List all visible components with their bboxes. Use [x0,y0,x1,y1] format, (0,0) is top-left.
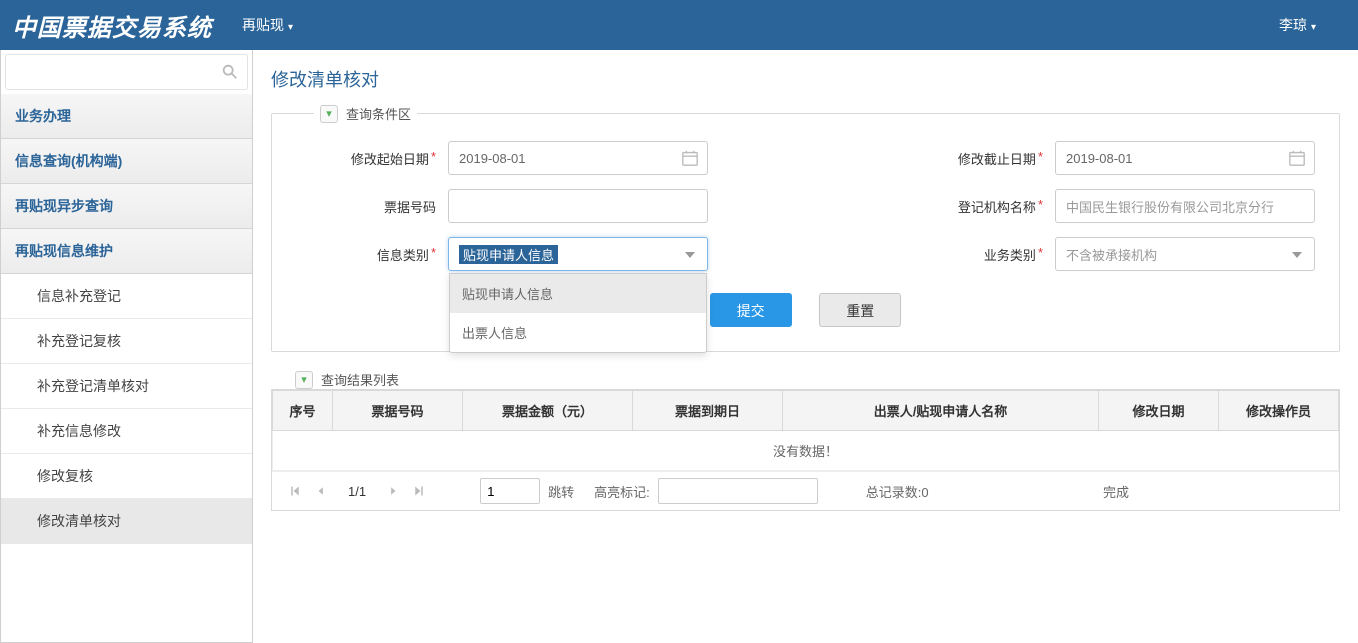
sidebar-item-edit-list-check[interactable]: 修改清单核对 [1,499,252,544]
info-type-dropdown: 贴现申请人信息 出票人信息 [449,273,707,353]
col-bill-no: 票据号码 [333,391,463,431]
sidebar-item-supplement-info-edit[interactable]: 补充信息修改 [1,409,252,454]
sidebar-item-supplement-register[interactable]: 信息补充登记 [1,274,252,319]
sidebar-item-edit-review[interactable]: 修改复核 [1,454,252,499]
page-title: 修改清单核对 [271,60,1340,104]
col-operator: 修改操作员 [1219,391,1339,431]
collapse-icon: ▾ [320,105,338,123]
query-panel-legend[interactable]: ▾ 查询条件区 [314,104,417,123]
calendar-icon [1288,149,1306,167]
select-info-type[interactable]: 贴现申请人信息 贴现申请人信息 出票人信息 [448,237,708,271]
label-start-date: 修改起始日期* [296,149,436,168]
system-title: 中国票据交易系统 [12,8,212,43]
pager-jump-button[interactable]: 跳转 [548,482,574,501]
input-end-date[interactable]: 2019-08-01 [1055,141,1315,175]
col-due-date: 票据到期日 [633,391,783,431]
sidebar-group-info-query[interactable]: 信息查询(机构端) [1,139,252,184]
input-bill-no[interactable] [448,189,708,223]
calendar-icon [681,149,699,167]
pager-next-icon[interactable] [382,480,404,502]
label-bill-no: 票据号码 [296,197,436,216]
result-panel-legend[interactable]: ▾ 查询结果列表 [289,370,405,389]
sidebar-search[interactable] [5,54,248,90]
sidebar-item-supplement-review[interactable]: 补充登记复核 [1,319,252,364]
end-date-value: 2019-08-01 [1066,151,1133,166]
result-table: 序号 票据号码 票据金额（元） 票据到期日 出票人/贴现申请人名称 修改日期 修… [272,390,1339,471]
biz-type-value: 不含被承接机构 [1066,245,1157,264]
no-data-row: 没有数据！ [273,431,1339,471]
pager-page-input[interactable] [480,478,540,504]
sidebar-item-supplement-list-check[interactable]: 补充登记清单核对 [1,364,252,409]
input-start-date[interactable]: 2019-08-01 [448,141,708,175]
col-drawer: 出票人/贴现申请人名称 [783,391,1099,431]
search-icon [221,63,239,81]
col-seq: 序号 [273,391,333,431]
sidebar: 业务办理 信息查询(机构端) 再贴现异步查询 再贴现信息维护 信息补充登记 补充… [0,50,253,643]
info-type-value: 贴现申请人信息 [459,245,558,264]
sidebar-group-business[interactable]: 业务办理 [1,94,252,139]
sidebar-group-info-maintain[interactable]: 再贴现信息维护 [1,229,252,274]
pager-first-icon[interactable] [284,480,306,502]
input-org-name[interactable]: 中国民生银行股份有限公司北京分行 [1055,189,1315,223]
highlight-input[interactable] [658,478,818,504]
info-type-option-0[interactable]: 贴现申请人信息 [450,274,706,313]
pager-total: 总记录数:0 [866,482,929,501]
user-menu[interactable]: 李琼 [1279,15,1316,35]
nav-rediscount[interactable]: 再贴现 [242,15,293,35]
label-end-date: 修改截止日期* [923,149,1043,168]
org-name-value: 中国民生银行股份有限公司北京分行 [1066,197,1274,216]
main-content: 修改清单核对 ▾ 查询条件区 修改起始日期* 2019-08-01 修改截止日期… [253,50,1358,643]
result-table-wrap: 序号 票据号码 票据金额（元） 票据到期日 出票人/贴现申请人名称 修改日期 修… [271,389,1340,511]
select-biz-type[interactable]: 不含被承接机构 [1055,237,1315,271]
pager-prev-icon[interactable] [310,480,332,502]
submit-button[interactable]: 提交 [710,293,792,327]
query-panel: ▾ 查询条件区 修改起始日期* 2019-08-01 修改截止日期* 2019-… [271,104,1340,352]
app-header: 中国票据交易系统 再贴现 李琼 [0,0,1358,50]
info-type-option-1[interactable]: 出票人信息 [450,313,706,352]
col-mod-date: 修改日期 [1099,391,1219,431]
reset-button[interactable]: 重置 [819,293,901,327]
pager-status: 完成 [1103,482,1129,501]
pager-last-icon[interactable] [408,480,430,502]
label-org-name: 登记机构名称* [923,197,1043,216]
collapse-icon: ▾ [295,371,313,389]
label-biz-type: 业务类别* [923,245,1043,264]
highlight-label: 高亮标记: [594,482,650,501]
start-date-value: 2019-08-01 [459,151,526,166]
query-panel-title: 查询条件区 [346,104,411,123]
result-panel-title: 查询结果列表 [321,370,399,389]
label-info-type: 信息类别* [296,245,436,264]
pager: 1/1 跳转 高亮标记: 总记录数:0 完成 [272,471,1339,510]
pager-page-display: 1/1 [348,484,366,499]
result-panel: ▾ 查询结果列表 序号 票据号码 票据金额（元） 票据到期日 出票人/贴现申请人… [271,370,1340,511]
col-amount: 票据金额（元） [463,391,633,431]
sidebar-group-async-query[interactable]: 再贴现异步查询 [1,184,252,229]
